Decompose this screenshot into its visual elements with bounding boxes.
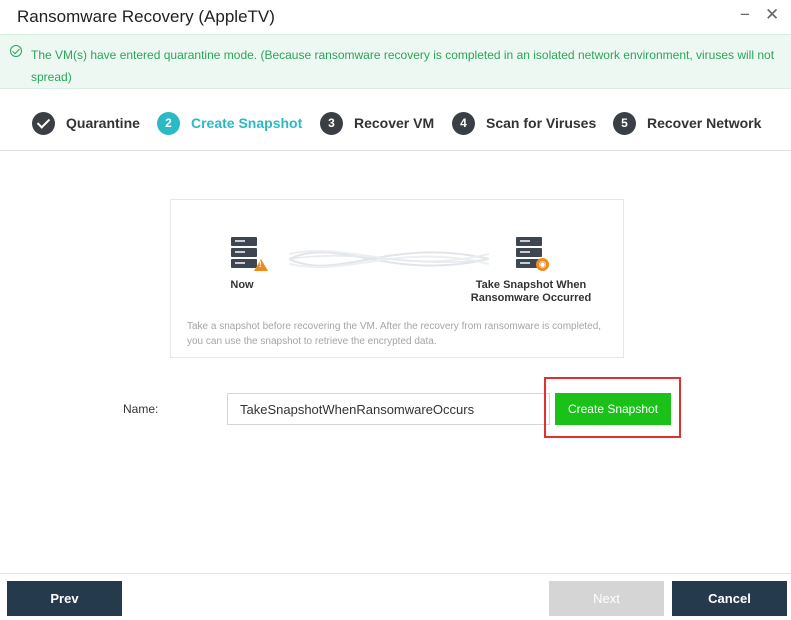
step-number: 4 (452, 111, 475, 135)
step-create-snapshot: 2 Create Snapshot (157, 111, 302, 135)
wave-lines-icon (289, 250, 489, 268)
create-snapshot-button[interactable]: Create Snapshot (555, 393, 671, 425)
prev-button[interactable]: Prev (7, 581, 122, 616)
next-button[interactable]: Next (549, 581, 664, 616)
snapshot-label-line2: Ransomware Occurred (470, 292, 592, 304)
step-label: Recover VM (354, 115, 435, 131)
step-scan-viruses: 4 Scan for Viruses (452, 111, 596, 135)
footer: Prev Next Cancel (0, 573, 791, 620)
cancel-button[interactable]: Cancel (672, 581, 787, 616)
snapshot-label: Take Snapshot When Ransomware Occurred (461, 279, 601, 305)
warning-icon: ! (254, 259, 268, 271)
step-check-icon (32, 111, 55, 135)
step-label: Quarantine (66, 115, 140, 131)
step-number: 3 (320, 111, 343, 135)
camera-icon: ◉ (536, 258, 549, 271)
close-icon[interactable]: ✕ (765, 5, 779, 25)
snapshot-name-input[interactable] (227, 393, 550, 425)
now-label: Now (230, 279, 254, 291)
wizard-steps: Quarantine 2 Create Snapshot 3 Recover V… (0, 89, 791, 151)
check-circle-icon (10, 45, 22, 57)
window-title: Ransomware Recovery (AppleTV) (17, 7, 275, 26)
step-number: 5 (613, 111, 636, 135)
title-bar: Ransomware Recovery (AppleTV) − ✕ (0, 0, 791, 34)
step-label: Scan for Viruses (486, 115, 597, 131)
step-quarantine: Quarantine (32, 111, 140, 135)
snapshot-label-line1: Take Snapshot When (475, 279, 587, 291)
snapshot-description: Take a snapshot before recovering the VM… (187, 321, 602, 347)
quarantine-notice: The VM(s) have entered quarantine mode. … (0, 34, 791, 89)
step-label: Recover Network (647, 115, 762, 131)
step-recover-vm: 3 Recover VM (320, 111, 434, 135)
step-label: Create Snapshot (191, 115, 303, 131)
name-label: Name: (123, 402, 159, 416)
snapshot-illustration: ! Now ◉ Take Snapshot When Ransomware Oc… (170, 199, 624, 358)
notice-text: The VM(s) have entered quarantine mode. … (31, 48, 775, 84)
step-recover-network: 5 Recover Network (613, 111, 761, 135)
minimize-icon[interactable]: − (740, 5, 750, 25)
step-number: 2 (157, 111, 180, 135)
